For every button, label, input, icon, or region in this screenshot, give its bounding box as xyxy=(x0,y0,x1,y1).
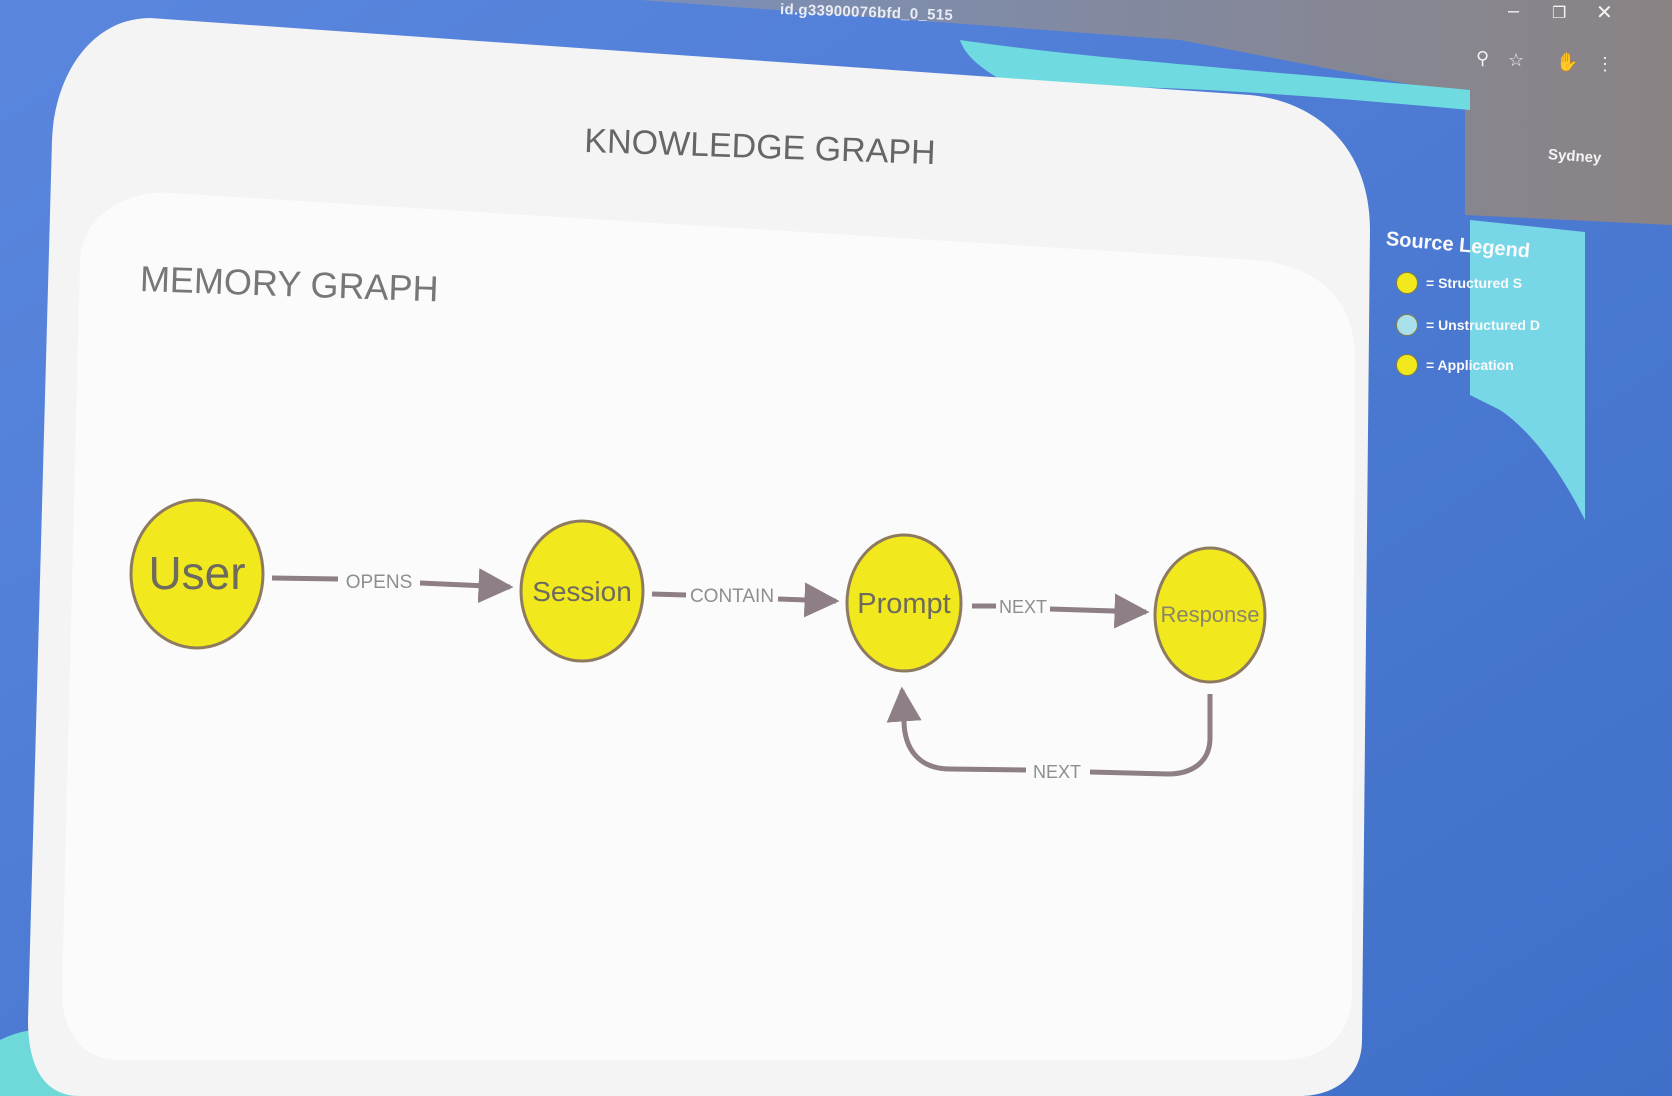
edge-next-loop[interactable]: NEXT xyxy=(886,686,1213,782)
edge-label: OPENS xyxy=(346,572,413,593)
node-session[interactable]: Session xyxy=(519,519,645,663)
edge-opens[interactable]: OPENS xyxy=(271,568,514,604)
edge-contain[interactable]: CONTAIN xyxy=(651,582,840,618)
edge-label: NEXT xyxy=(1033,762,1081,782)
node-prompt[interactable]: Prompt xyxy=(845,533,963,673)
memory-graph-diagram: OPENS CONTAIN NEXT NEXT User Session Pro… xyxy=(129,498,1267,782)
edge-label: CONTAIN xyxy=(690,586,774,607)
edge-next[interactable]: NEXT xyxy=(972,593,1150,629)
node-user[interactable]: User xyxy=(129,498,265,650)
edge-label: NEXT xyxy=(999,597,1047,617)
node-label: Response xyxy=(1160,602,1259,627)
node-label: Prompt xyxy=(857,588,950,620)
node-response[interactable]: Response xyxy=(1153,546,1267,684)
node-label: Session xyxy=(532,576,632,607)
node-label: User xyxy=(148,547,245,599)
